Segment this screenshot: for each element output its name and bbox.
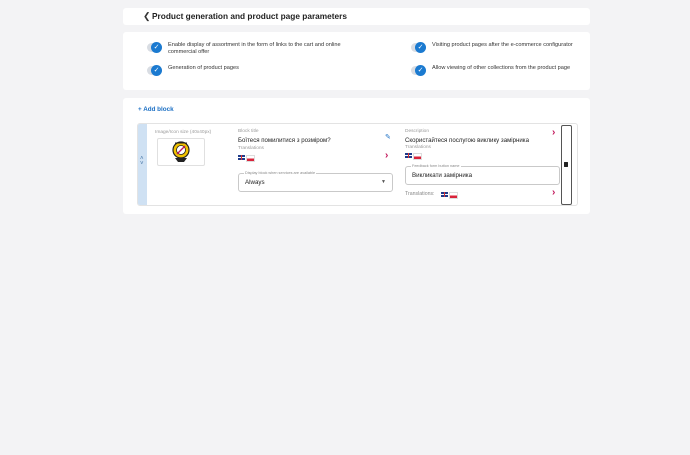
- check-icon: ✓: [151, 65, 162, 76]
- feedback-button-name-field[interactable]: Feedback form button name Викликати замі…: [405, 164, 560, 185]
- block-item: ˄ ˅ Image/Icon size (40x40px) Block title…: [137, 123, 578, 206]
- toggle-switch[interactable]: ✓: [411, 42, 426, 53]
- chevron-right-icon[interactable]: ›: [385, 151, 388, 161]
- option-label: Visiting product pages after the e-comme…: [432, 42, 573, 48]
- block-title-label: Block title: [238, 129, 259, 134]
- flag-pl-icon: [449, 192, 458, 199]
- translation-flags: [238, 155, 255, 162]
- image-label: Image/Icon size (40x40px): [155, 130, 212, 135]
- translation-flags: [441, 192, 458, 199]
- options-card: ✓ Enable display of assortment in the fo…: [123, 32, 590, 90]
- display-condition-select[interactable]: Display block when services are availabl…: [238, 171, 393, 192]
- flag-pl-icon: [413, 153, 422, 160]
- feedback-value: Викликати замірника: [412, 172, 473, 179]
- chevron-right-icon[interactable]: ›: [552, 188, 555, 198]
- measuring-tape-icon: [172, 141, 190, 162]
- description-translations-label: Translations: [405, 145, 431, 150]
- option-generation-product-pages: ✓ Generation of product pages: [147, 65, 362, 76]
- add-block-button[interactable]: + Add block: [138, 106, 174, 113]
- check-icon: ✓: [151, 42, 162, 53]
- option-label: Allow viewing of other collections from …: [432, 65, 571, 71]
- option-assortment-links: ✓ Enable display of assortment in the fo…: [147, 42, 362, 56]
- page-title: Product generation and product page para…: [152, 11, 348, 21]
- toggle-switch[interactable]: ✓: [147, 65, 162, 76]
- pencil-icon[interactable]: ✎: [385, 133, 391, 141]
- trash-icon[interactable]: [564, 162, 568, 167]
- drag-handle[interactable]: ˄ ˅: [138, 124, 147, 205]
- flag-pl-icon: [246, 155, 255, 162]
- display-condition-value: Always: [245, 179, 265, 186]
- translations-label: Translations: [238, 146, 264, 151]
- drag-arrows-icon: ˄ ˅: [140, 156, 144, 167]
- feedback-translations-label: Translations:: [405, 191, 435, 197]
- chevron-right-icon[interactable]: ›: [552, 128, 555, 138]
- translation-flags: [405, 153, 422, 160]
- flag-gb-icon: [441, 192, 448, 197]
- header-card: ❮ Product generation and product page pa…: [123, 8, 590, 25]
- caret-down-icon: ▼: [381, 179, 386, 185]
- description-value: Скористайтеся послугою виклику замірника: [405, 137, 529, 144]
- blocks-card: + Add block ˄ ˅ Image/Icon size (40x40px)…: [123, 98, 590, 214]
- flag-gb-icon: [405, 153, 412, 158]
- block-title-value: Боїтеся помилитися з розміром?: [238, 137, 331, 144]
- check-icon: ✓: [415, 42, 426, 53]
- description-label: Description: [405, 129, 429, 134]
- toggle-switch[interactable]: ✓: [147, 42, 162, 53]
- delete-block-bar[interactable]: [561, 125, 572, 205]
- feedback-legend: Feedback form button name: [411, 164, 461, 168]
- option-other-collections: ✓ Allow viewing of other collections fro…: [411, 65, 576, 76]
- option-visiting-product-pages: ✓ Visiting product pages after the e-com…: [411, 42, 576, 53]
- option-label: Enable display of assortment in the form…: [168, 42, 341, 55]
- display-condition-legend: Display block when services are availabl…: [244, 171, 317, 175]
- check-icon: ✓: [415, 65, 426, 76]
- toggle-switch[interactable]: ✓: [411, 65, 426, 76]
- block-image[interactable]: [157, 138, 205, 166]
- chevron-left-icon[interactable]: ❮: [143, 11, 151, 22]
- option-label: Generation of product pages: [168, 65, 239, 71]
- flag-gb-icon: [238, 155, 245, 160]
